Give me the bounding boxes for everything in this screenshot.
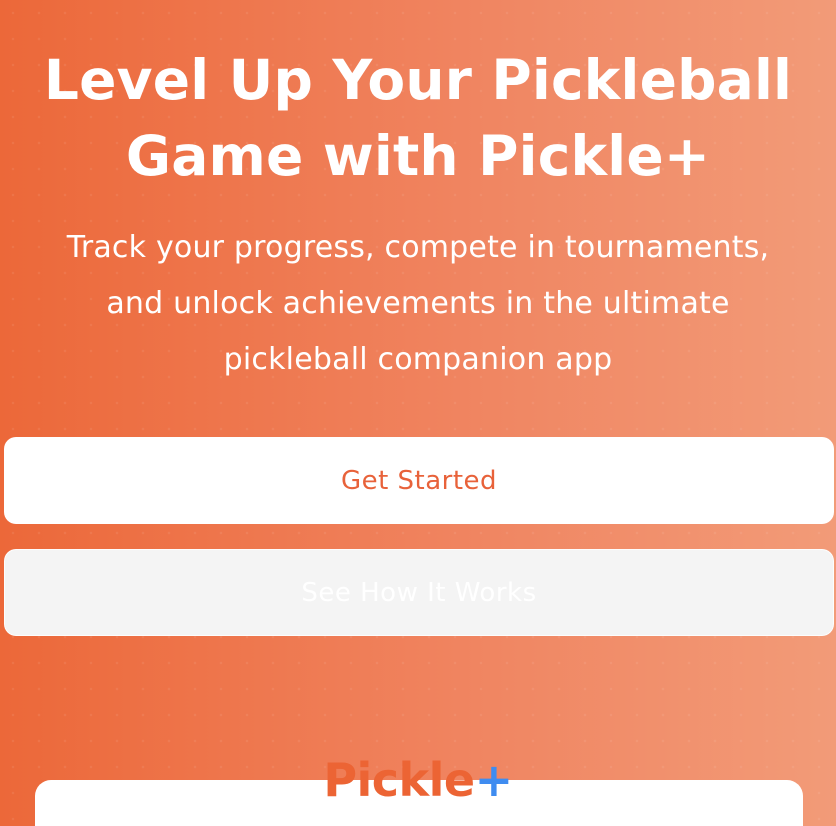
hero-title: Level Up Your Pickleball Game with Pickl… xyxy=(0,42,836,194)
hero-subtitle-line-2: and unlock achievements in the ultimate xyxy=(106,286,730,321)
logo-word: Pickle xyxy=(323,753,475,807)
hero-subtitle-line-1: Track your progress, compete in tourname… xyxy=(66,230,770,265)
hero-subtitle: Track your progress, compete in tourname… xyxy=(0,220,836,388)
hero-title-line-2: Game with Pickle+ xyxy=(125,124,711,188)
logo-plus-sign: + xyxy=(474,753,514,807)
see-how-it-works-button[interactable]: See How It Works xyxy=(4,549,834,636)
pickle-plus-logo: Pickle+ xyxy=(0,748,836,812)
hero-section: Level Up Your Pickleball Game with Pickl… xyxy=(0,0,836,826)
hero-subtitle-line-3: pickleball companion app xyxy=(223,342,613,377)
hero-title-line-1: Level Up Your Pickleball xyxy=(43,48,793,112)
get-started-button[interactable]: Get Started xyxy=(4,437,834,524)
